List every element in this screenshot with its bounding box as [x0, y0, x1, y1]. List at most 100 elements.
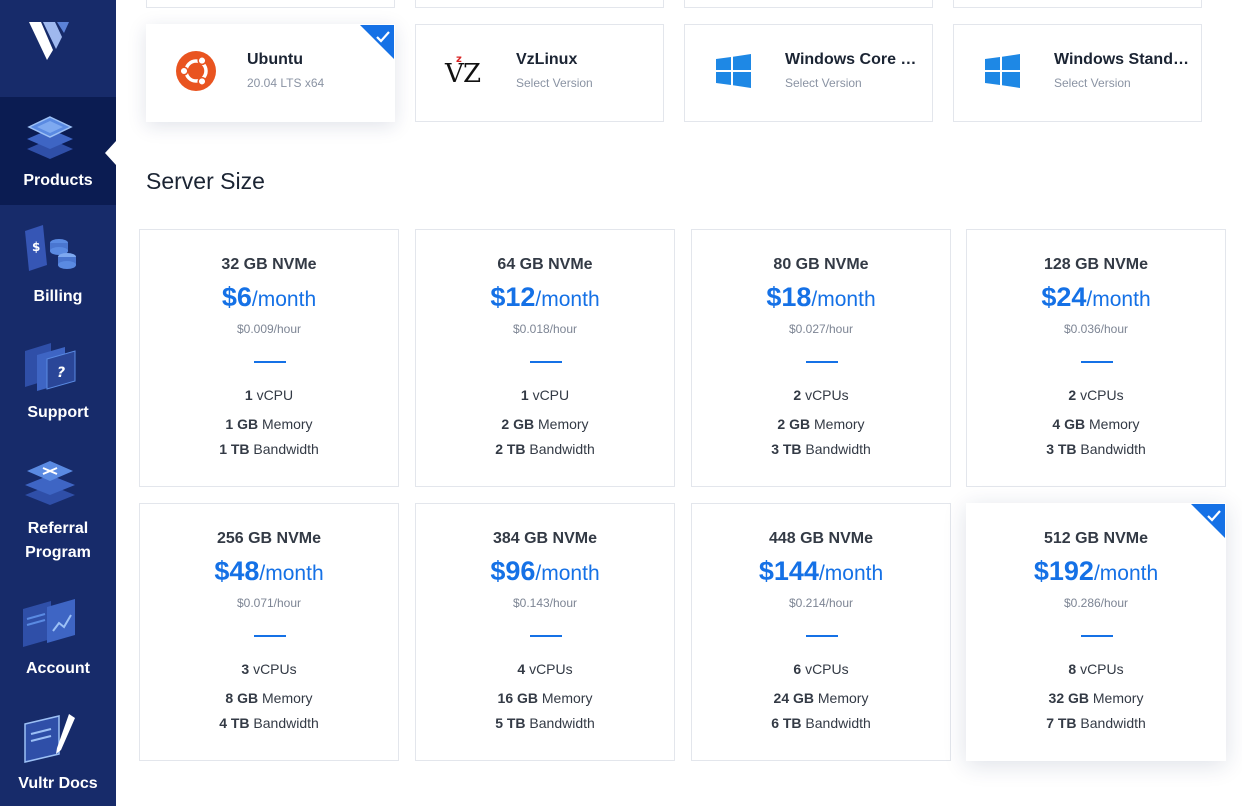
sidebar-item-billing[interactable]: $ Billing [0, 213, 116, 313]
plan-bandwidth-amount: 3 TB [1046, 441, 1077, 457]
plan-bandwidth-label: Bandwidth [529, 715, 595, 731]
plan-price-amount: $144 [758, 556, 819, 586]
plan-bandwidth-label: Bandwidth [253, 715, 319, 731]
plan-bandwidth: 3 TB Bandwidth [967, 441, 1225, 457]
os-card-partial[interactable] [415, 0, 664, 8]
plan-bandwidth: 5 TB Bandwidth [416, 715, 674, 731]
os-card-partial[interactable] [953, 0, 1202, 8]
plan-price-amount: $6 [221, 282, 252, 312]
plan-memory: 2 GB Memory [416, 416, 674, 432]
plan-cpu-count: 6 [793, 661, 802, 677]
plan-card[interactable]: 384 GB NVMe $96/month $0.143/hour 4 vCPU… [415, 503, 675, 761]
plan-price-amount: $96 [490, 556, 536, 586]
os-card-ubuntu[interactable]: Ubuntu 20.04 LTS x64 [146, 24, 395, 122]
os-version: Select Version [516, 76, 593, 90]
plan-cpu-count: 1 [520, 387, 529, 403]
sidebar-item-account[interactable]: Account [0, 585, 116, 685]
plan-price: $6/month [140, 282, 398, 313]
os-name: Windows Standa… [1054, 51, 1194, 68]
plan-cpu-label: vCPUs [1080, 387, 1124, 403]
plan-bandwidth-label: Bandwidth [1080, 715, 1146, 731]
divider [1081, 635, 1113, 637]
sidebar-item-referral[interactable]: Referral Program [0, 445, 116, 569]
plan-cpu-label: vCPUs [805, 661, 849, 677]
vultr-logo[interactable] [29, 20, 71, 60]
plan-cpu-count: 3 [241, 661, 250, 677]
products-icon [27, 116, 73, 159]
plan-bandwidth-amount: 2 TB [495, 441, 526, 457]
plan-cpu-label: vCPU [256, 387, 294, 403]
plan-card[interactable]: 256 GB NVMe $48/month $0.071/hour 3 vCPU… [139, 503, 399, 761]
plan-card-selected[interactable]: 512 GB NVMe $192/month $0.286/hour 8 vCP… [966, 503, 1226, 761]
plan-card[interactable]: 32 GB NVMe $6/month $0.009/hour 1 vCPU 1… [139, 229, 399, 487]
plan-memory-amount: 32 GB [1048, 690, 1089, 706]
sidebar-item-label: Vultr Docs [18, 775, 98, 792]
plan-price-amount: $48 [214, 556, 260, 586]
plan-memory: 24 GB Memory [692, 690, 950, 706]
plan-card[interactable]: 128 GB NVMe $24/month $0.036/hour 2 vCPU… [966, 229, 1226, 487]
divider [254, 635, 286, 637]
divider [530, 635, 562, 637]
plan-price-unit: /month [251, 288, 317, 311]
os-card-windows-core[interactable]: Windows Core S… Select Version [684, 24, 933, 122]
plan-price-unit: /month [818, 562, 884, 585]
plan-memory: 4 GB Memory [967, 416, 1225, 432]
os-card-windows-standard[interactable]: Windows Standa… Select Version [953, 24, 1202, 122]
plan-memory: 32 GB Memory [967, 690, 1225, 706]
plan-storage: 448 GB NVMe [768, 530, 874, 547]
plan-price: $48/month [140, 556, 398, 587]
sidebar: Products $ Billing ? Support Referral Pr… [0, 0, 116, 806]
svg-text:?: ? [57, 365, 65, 381]
selected-check-icon [360, 25, 394, 59]
plan-cpu: 3 vCPUs [140, 661, 398, 677]
plan-cpu: 6 vCPUs [692, 661, 950, 677]
sidebar-item-docs[interactable]: Vultr Docs [0, 700, 116, 806]
os-card-vzlinux[interactable]: V Z z VzLinux Select Version [415, 24, 664, 122]
plan-memory-label: Memory [541, 690, 593, 706]
docs-icon [24, 714, 75, 763]
svg-text:z: z [456, 54, 462, 65]
support-icon: ? [25, 343, 76, 391]
plan-memory-amount: 2 GB [501, 416, 535, 432]
plan-bandwidth-amount: 1 TB [219, 441, 250, 457]
plan-bandwidth-amount: 5 TB [495, 715, 526, 731]
plan-price-amount: $12 [490, 282, 536, 312]
plan-card[interactable]: 448 GB NVMe $144/month $0.214/hour 6 vCP… [691, 503, 951, 761]
os-card-partial[interactable] [684, 0, 933, 8]
divider [530, 361, 562, 363]
os-card-partial[interactable] [146, 0, 395, 8]
svg-text:$: $ [32, 240, 40, 254]
plan-storage: 32 GB NVMe [221, 256, 317, 273]
plan-memory: 16 GB Memory [416, 690, 674, 706]
sidebar-item-label: Support [27, 404, 89, 421]
svg-text:V: V [444, 59, 465, 89]
sidebar-item-products[interactable]: Products [0, 97, 116, 205]
plan-storage: 80 GB NVMe [773, 256, 869, 273]
plan-cpu: 8 vCPUs [967, 661, 1225, 677]
plan-bandwidth-label: Bandwidth [805, 441, 871, 457]
plan-cpu-label: vCPU [532, 387, 570, 403]
plan-memory-amount: 2 GB [777, 416, 811, 432]
plan-card[interactable]: 80 GB NVMe $18/month $0.027/hour 2 vCPUs… [691, 229, 951, 487]
billing-icon: $ [25, 225, 76, 271]
plan-price-amount: $24 [1041, 282, 1087, 312]
account-icon [23, 599, 75, 647]
ubuntu-icon [176, 51, 216, 91]
plan-bandwidth: 4 TB Bandwidth [140, 715, 398, 731]
sidebar-item-support[interactable]: ? Support [0, 329, 116, 429]
svg-text:Z: Z [463, 59, 481, 89]
plan-bandwidth: 2 TB Bandwidth [416, 441, 674, 457]
plan-memory-label: Memory [262, 416, 313, 432]
sidebar-item-label: Account [26, 660, 90, 677]
plan-storage: 512 GB NVMe [1043, 530, 1149, 547]
plan-memory-amount: 8 GB [225, 690, 259, 706]
plan-cpu-count: 8 [1068, 661, 1077, 677]
plan-card[interactable]: 64 GB NVMe $12/month $0.018/hour 1 vCPU … [415, 229, 675, 487]
plan-price-unit: /month [535, 562, 600, 585]
plan-price-amount: $18 [766, 282, 812, 312]
divider [806, 635, 838, 637]
plan-storage: 256 GB NVMe [216, 530, 322, 547]
plan-storage: 384 GB NVMe [492, 530, 598, 547]
plan-hourly: $0.214/hour [788, 596, 854, 610]
plan-bandwidth: 3 TB Bandwidth [692, 441, 950, 457]
